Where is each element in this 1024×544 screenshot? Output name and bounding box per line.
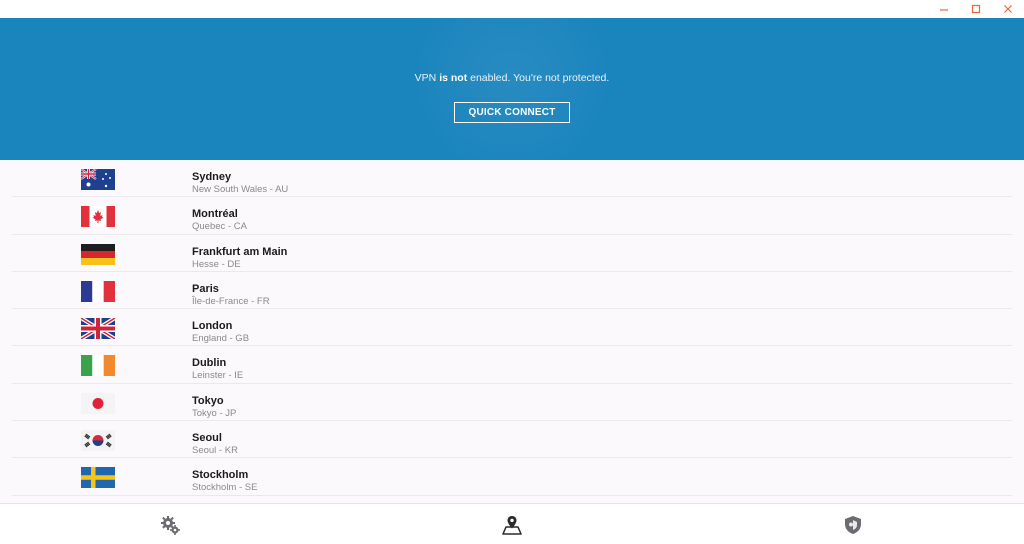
location-row-frankfurt[interactable]: Frankfurt am Main Hesse - DE [12, 235, 1012, 272]
kr-flag-icon [81, 430, 115, 452]
location-list: Sydney New South Wales - AU Montréal Que… [0, 160, 1024, 503]
jp-flag-icon [81, 392, 115, 414]
location-row-stockholm[interactable]: Stockholm Stockholm - SE [12, 458, 1012, 496]
ca-flag-icon [81, 206, 115, 228]
location-city: Sydney [192, 171, 232, 183]
minimize-button[interactable] [928, 0, 960, 18]
location-region: New South Wales - AU [192, 184, 289, 195]
ie-flag-icon [81, 355, 115, 377]
title-bar [0, 0, 1024, 18]
gb-flag-icon [81, 318, 115, 340]
shield-icon [845, 516, 861, 534]
location-row-seoul[interactable]: Seoul Seoul - KR [12, 421, 1012, 459]
settings-gears-icon [161, 516, 180, 535]
location-city: Paris [192, 282, 219, 295]
location-map-icon [502, 516, 522, 535]
location-city: Montréal [192, 208, 238, 221]
close-icon [1004, 5, 1012, 13]
location-region: Île-de-France - FR [192, 295, 270, 307]
quick-connect-button[interactable]: QUICK CONNECT [454, 102, 570, 123]
location-city: Tokyo [192, 394, 224, 407]
de-flag-icon [81, 243, 115, 265]
fr-flag-icon [81, 280, 115, 302]
vpn-status-emphasis: is not [439, 72, 468, 84]
location-region: Stockholm - SE [192, 482, 258, 494]
location-row-sydney[interactable]: Sydney New South Wales - AU [12, 160, 1012, 198]
location-city: Stockholm [192, 469, 249, 482]
location-row-tokyo[interactable]: Tokyo Tokyo - JP [12, 384, 1012, 422]
au-flag-icon [81, 169, 115, 190]
location-city: Frankfurt am Main [192, 245, 288, 258]
vpn-status-text: VPN is not enabled. You're not protected… [414, 72, 610, 84]
location-city: Seoul [192, 432, 222, 445]
location-region: Leinster - IE [192, 370, 244, 382]
location-region: Seoul - KR [192, 445, 238, 457]
nav-settings-button[interactable] [158, 513, 182, 537]
nav-locations-button[interactable] [500, 513, 524, 537]
location-city: Dublin [192, 357, 227, 370]
location-row-dublin[interactable]: Dublin Leinster - IE [12, 346, 1012, 384]
se-flag-icon [81, 467, 115, 489]
maximize-button[interactable] [960, 0, 992, 18]
close-button[interactable] [992, 0, 1024, 18]
location-region: Quebec - CA [192, 221, 247, 233]
location-row-montreal[interactable]: Montréal Quebec - CA [12, 197, 1012, 235]
location-city: London [192, 320, 233, 333]
location-region: Tokyo - JP [192, 407, 237, 419]
maximize-icon [971, 4, 981, 14]
status-banner: VPN is not enabled. You're not protected… [0, 18, 1024, 160]
bottom-nav [0, 503, 1024, 544]
location-row-paris[interactable]: Paris Île-de-France - FR [12, 272, 1012, 310]
location-row-london[interactable]: London England - GB [12, 309, 1012, 347]
banner-glow-decoration [412, 18, 612, 160]
window-controls [928, 0, 1024, 18]
location-region: England - GB [192, 333, 250, 345]
nav-protection-button[interactable] [841, 513, 865, 537]
minimize-icon [940, 9, 948, 11]
location-region: Hesse - DE [192, 258, 241, 270]
